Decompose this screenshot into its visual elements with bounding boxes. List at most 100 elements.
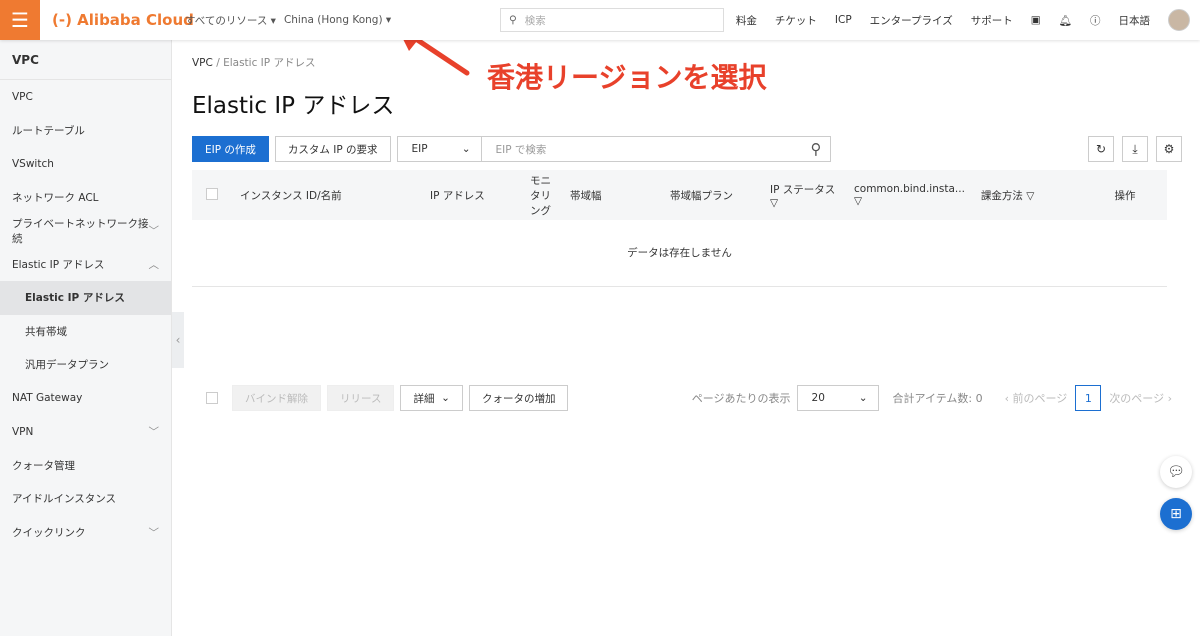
- col-bind-instance[interactable]: common.bind.insta... ▽: [846, 170, 973, 220]
- region-dropdown[interactable]: China (Hong Kong) ▾: [284, 14, 391, 26]
- nav-pricing[interactable]: 料金: [736, 13, 757, 28]
- unbind-button[interactable]: バインド解除: [232, 385, 321, 411]
- nav-support[interactable]: サポート: [971, 13, 1013, 28]
- help-icon[interactable]: ⓘ: [1090, 13, 1101, 28]
- total-count: 合計アイテム数: 0: [892, 392, 983, 405]
- sidebar-item-label: Elastic IP アドレス: [12, 258, 105, 271]
- sidebar-item-label: 共有帯域: [25, 325, 67, 338]
- empty-row: データは存在しません: [192, 220, 1167, 287]
- next-page-button[interactable]: 次のページ ›: [1109, 390, 1172, 406]
- sidebar-item[interactable]: VPC: [0, 80, 171, 114]
- col-instance: インスタンス ID/名前: [232, 170, 422, 220]
- search-field-select[interactable]: EIP ⌄: [396, 136, 482, 162]
- sidebar-item-label: NAT Gateway: [12, 392, 83, 405]
- increase-quota-button[interactable]: クォータの増加: [468, 385, 569, 411]
- select-all-footer-checkbox[interactable]: [206, 392, 218, 404]
- sidebar-item-label: ルートテーブル: [12, 124, 85, 137]
- eip-search-input[interactable]: EIP で検索 ⚲: [481, 136, 831, 162]
- nav-icp[interactable]: ICP: [835, 14, 852, 26]
- sidebar-item[interactable]: アイドルインスタンス: [0, 482, 171, 516]
- hamburger-icon[interactable]: ☰: [0, 0, 40, 40]
- sidebar-item-label: 汎用データプラン: [25, 359, 109, 372]
- sidebar-item-label: クイックリンク: [12, 526, 86, 539]
- search-icon: ⚲: [509, 14, 517, 26]
- resources-dropdown[interactable]: すべてのリソース ▾: [185, 13, 276, 28]
- sidebar-item-label: プライベートネットワーク接続: [12, 217, 149, 245]
- create-eip-button[interactable]: EIP の作成: [192, 136, 269, 162]
- sidebar-item[interactable]: ルートテーブル: [0, 114, 171, 148]
- global-search-input[interactable]: ⚲ 検索: [500, 8, 724, 32]
- prev-page-button[interactable]: ‹ 前のページ: [1005, 390, 1068, 406]
- nav-enterprise[interactable]: エンタープライズ: [870, 13, 953, 28]
- sidebar-item[interactable]: Elastic IP アドレス: [0, 281, 171, 315]
- download-icon[interactable]: ⤓: [1122, 136, 1148, 162]
- sidebar-item[interactable]: NAT Gateway: [0, 382, 171, 416]
- sidebar-item[interactable]: 共有帯域: [0, 315, 171, 349]
- col-monitoring: モニタリング: [522, 170, 562, 220]
- chevron-down-icon[interactable]: ﹀: [149, 525, 160, 540]
- details-dropdown[interactable]: 詳細 ⌄: [400, 385, 463, 411]
- sidebar-item[interactable]: VPN ﹀: [0, 415, 171, 449]
- annotation-text: 香港リージョンを選択: [487, 61, 767, 94]
- filter-icon[interactable]: ▽: [770, 197, 778, 209]
- logo[interactable]: (-) Alibaba Cloud: [52, 11, 194, 29]
- search-icon[interactable]: ⚲: [811, 140, 822, 158]
- chat-icon[interactable]: 💬︎: [1160, 456, 1192, 488]
- col-billing-label: 課金方法: [980, 189, 1023, 202]
- sidebar-item[interactable]: クイックリンク ﹀: [0, 516, 171, 550]
- empty-message: データは存在しません: [192, 220, 1167, 287]
- col-ip: IP アドレス: [422, 170, 522, 220]
- logo-text: Alibaba Cloud: [77, 11, 194, 29]
- sidebar-collapse-handle[interactable]: ‹: [172, 312, 184, 368]
- per-page-select[interactable]: 20 ⌄: [796, 385, 879, 411]
- sidebar-item-label: Elastic IP アドレス: [25, 292, 125, 305]
- sidebar-item[interactable]: クォータ管理: [0, 449, 171, 483]
- next-label: 次のページ: [1109, 392, 1165, 405]
- col-billing[interactable]: 課金方法 ▽: [972, 170, 1083, 220]
- col-bandwidth-plan: 帯域幅プラン: [662, 170, 762, 220]
- sidebar-item[interactable]: 汎用データプラン: [0, 348, 171, 382]
- nav-tickets[interactable]: チケット: [775, 13, 817, 28]
- col-ip-status[interactable]: IP ステータス ▽: [762, 170, 846, 220]
- prev-label: 前のページ: [1012, 392, 1068, 405]
- bell-icon[interactable]: 🔔︎: [1059, 14, 1072, 27]
- chevron-up-icon[interactable]: ︿: [149, 257, 160, 272]
- page-1[interactable]: 1: [1075, 385, 1102, 411]
- refresh-icon[interactable]: ↻: [1088, 136, 1114, 162]
- sidebar: VPC VPC ルートテーブル VSwitch ネットワーク ACL プライベートネット…: [0, 40, 172, 636]
- eip-search-placeholder: EIP で検索: [495, 143, 547, 156]
- col-ip-status-label: IP ステータス: [770, 183, 836, 196]
- sidebar-title: VPC: [0, 40, 171, 80]
- request-custom-ip-button[interactable]: カスタム IP の要求: [274, 136, 391, 162]
- release-button[interactable]: リリース: [327, 385, 395, 411]
- region-label: China (Hong Kong): [283, 14, 383, 26]
- chevron-down-icon[interactable]: ﹀: [149, 223, 160, 238]
- filter-icon[interactable]: ▽: [854, 195, 862, 207]
- apps-icon[interactable]: ⊞: [1160, 498, 1192, 530]
- sidebar-item-label: ネットワーク ACL: [12, 191, 99, 204]
- sidebar-item[interactable]: ネットワーク ACL: [0, 181, 171, 215]
- chevron-down-icon: ⌄: [461, 143, 471, 155]
- sidebar-item[interactable]: VSwitch: [0, 147, 171, 181]
- chevron-down-icon: ⌄: [858, 392, 868, 404]
- search-placeholder: 検索: [524, 14, 546, 27]
- table-footer: バインド解除 リリース 詳細 ⌄ クォータの増加 ページあたりの表示 20 ⌄ 合…: [192, 385, 1182, 411]
- top-nav: 料金 チケット ICP エンタープライズ サポート ▣ 🔔︎ ⓘ 日本語: [736, 0, 1190, 40]
- avatar[interactable]: [1168, 9, 1190, 31]
- select-all-checkbox[interactable]: [206, 187, 218, 200]
- per-page-value: 20: [811, 392, 825, 404]
- chevron-down-icon: ⌄: [441, 392, 450, 404]
- top-bar: ☰ (-) Alibaba Cloud すべてのリソース ▾ China (Ho…: [0, 0, 1200, 40]
- filter-icon[interactable]: ▽: [1026, 190, 1034, 202]
- terminal-icon[interactable]: ▣: [1031, 14, 1041, 26]
- eip-table: インスタンス ID/名前 IP アドレス モニタリング 帯域幅 帯域幅プラン I…: [192, 170, 1167, 287]
- sidebar-item-label: VPC: [12, 90, 33, 103]
- toolbar: EIP の作成 カスタム IP の要求 EIP ⌄ EIP で検索 ⚲ ↻ ⤓ ⚙: [192, 136, 1182, 162]
- language-selector[interactable]: 日本語: [1119, 13, 1151, 28]
- settings-icon[interactable]: ⚙: [1156, 136, 1182, 162]
- sidebar-item[interactable]: プライベートネットワーク接続 ﹀: [0, 214, 171, 248]
- sidebar-item[interactable]: Elastic IP アドレス ︿: [0, 248, 171, 282]
- chevron-down-icon[interactable]: ﹀: [149, 424, 160, 439]
- breadcrumb-vpc[interactable]: VPC: [192, 57, 213, 69]
- col-bandwidth: 帯域幅: [562, 170, 662, 220]
